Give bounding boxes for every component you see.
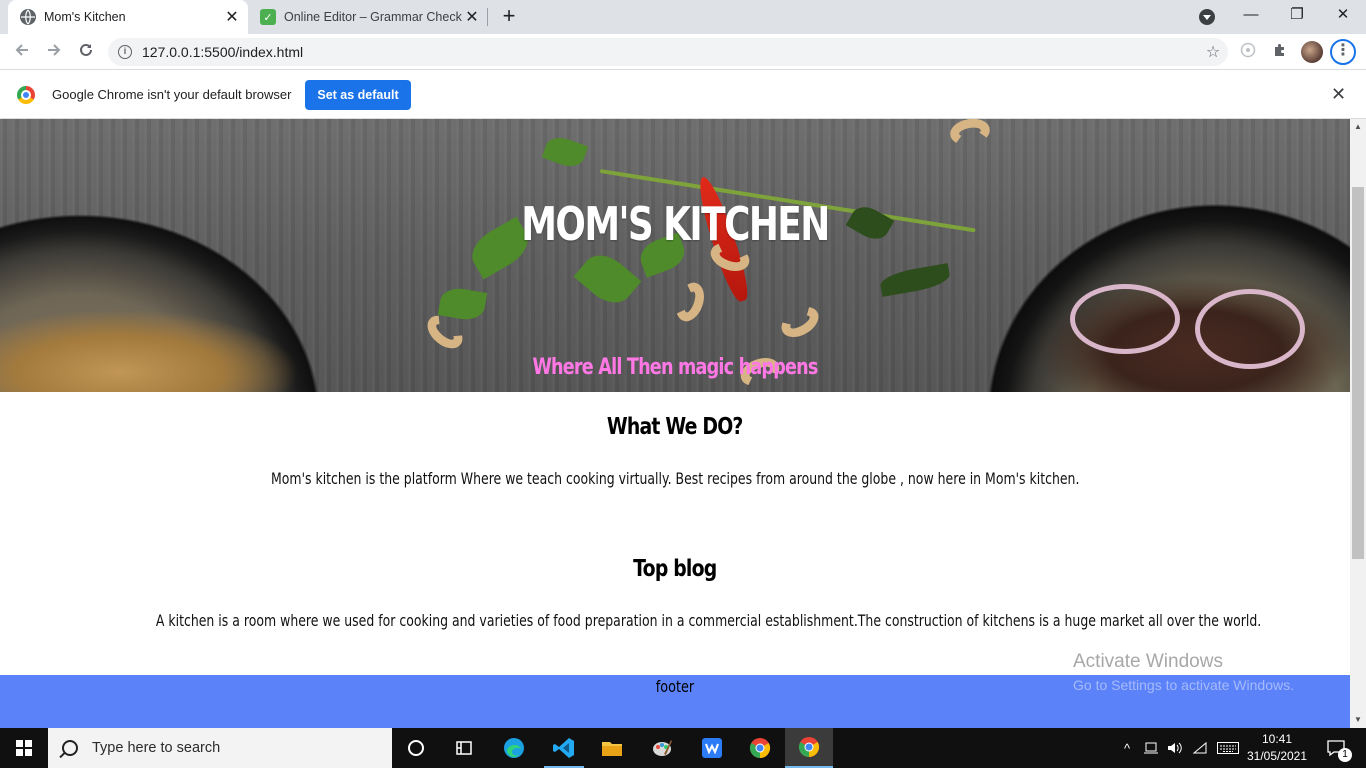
network-icon[interactable] — [1140, 728, 1162, 768]
cortana-icon[interactable] — [392, 728, 440, 768]
cashew-image — [670, 278, 710, 326]
infobar-message: Google Chrome isn't your default browser — [52, 87, 292, 102]
chrome-logo-icon — [17, 86, 35, 104]
section-paragraph: Mom's kitchen is the platform Where we t… — [270, 469, 1080, 488]
close-window-button[interactable]: ✕ — [1320, 0, 1366, 34]
new-tab-button[interactable]: + — [498, 5, 520, 27]
hero-title: MOM'S KITCHEN — [521, 197, 830, 251]
clock-time: 10:41 — [1261, 732, 1293, 746]
footer-label: footer — [655, 677, 695, 696]
url-text: 127.0.0.1:5500/index.html — [142, 44, 304, 60]
vscode-icon[interactable] — [540, 728, 588, 768]
paint-icon[interactable] — [638, 728, 686, 768]
set-as-default-button[interactable]: Set as default — [305, 80, 411, 110]
section-heading-text: What We DO? — [607, 414, 743, 440]
hero-banner: MOM'S KITCHEN Where All Then magic happe… — [0, 119, 1350, 392]
show-hidden-icons-chevron-icon[interactable]: ^ — [1118, 728, 1136, 768]
menu-icon[interactable]: ⋮ — [1330, 39, 1356, 65]
section-heading-what-we-do: What We DO? — [0, 414, 1350, 440]
scroll-up-icon[interactable]: ▲ — [1350, 119, 1366, 135]
check-icon: ✓ — [260, 9, 276, 25]
hero-subtitle: Where All Then magic happens — [532, 355, 818, 380]
section-paragraph: A kitchen is a room where we used for co… — [155, 611, 1262, 630]
section-text-top-blog: A kitchen is a room where we used for co… — [0, 611, 1350, 630]
activate-windows-hint: Go to Settings to activate Windows. — [1073, 677, 1294, 693]
chrome-icon[interactable] — [736, 728, 784, 768]
tab-separator — [487, 8, 488, 26]
activate-windows-watermark: Activate Windows — [1073, 651, 1223, 672]
bookmark-star-icon[interactable]: ☆ — [1198, 42, 1228, 62]
cashew-image — [948, 119, 992, 149]
wps-icon[interactable] — [688, 728, 736, 768]
file-explorer-icon[interactable] — [588, 728, 636, 768]
close-tab-icon[interactable]: ✕ — [462, 7, 482, 27]
tab-moms-kitchen[interactable]: Mom's Kitchen ✕ — [8, 0, 248, 34]
windows-logo-icon — [16, 740, 32, 756]
edge-icon[interactable] — [490, 728, 538, 768]
default-browser-infobar: Google Chrome isn't your default browser… — [0, 71, 1366, 119]
search-placeholder: Type here to search — [92, 740, 221, 756]
search-icon — [62, 740, 78, 756]
reload-icon[interactable] — [72, 38, 100, 66]
cashew-image — [776, 300, 824, 344]
scroll-down-icon[interactable]: ▼ — [1350, 712, 1366, 728]
minimize-button[interactable]: — — [1228, 0, 1274, 34]
puzzle-icon[interactable] — [1270, 42, 1290, 62]
herb-leaf-image — [541, 132, 589, 172]
page-scrollbar[interactable]: ▲ ▼ — [1350, 119, 1366, 728]
profile-avatar[interactable] — [1301, 41, 1323, 63]
wifi-icon[interactable] — [1188, 728, 1212, 768]
address-bar[interactable]: i 127.0.0.1:5500/index.html ☆ — [108, 38, 1228, 66]
start-button[interactable] — [0, 728, 48, 768]
herb-leaf-image — [878, 263, 952, 297]
notification-center-icon[interactable]: 1 — [1316, 728, 1356, 768]
system-clock[interactable]: 10:41 31/05/2021 — [1246, 731, 1308, 765]
tab-title: Mom's Kitchen — [44, 10, 126, 24]
taskbar-search-box[interactable]: Type here to search — [48, 728, 392, 768]
volume-icon[interactable] — [1164, 728, 1186, 768]
close-infobar-icon[interactable]: ✕ — [1331, 84, 1346, 105]
scrollbar-thumb[interactable] — [1352, 187, 1364, 559]
section-heading-text: Top blog — [633, 556, 717, 582]
restore-button[interactable]: ❐ — [1274, 0, 1320, 34]
windows-taskbar: Type here to search ^ 10:41 31/05/2021 1 — [0, 728, 1366, 768]
forward-arrow-icon[interactable] — [40, 38, 68, 66]
close-tab-icon[interactable]: ✕ — [222, 7, 242, 27]
task-view-icon[interactable] — [440, 728, 488, 768]
section-text-what-we-do: Mom's kitchen is the platform Where we t… — [0, 469, 1350, 488]
tab-title: Online Editor – Grammar Checke — [284, 10, 462, 24]
chrome-active-icon[interactable] — [785, 728, 833, 768]
site-info-icon[interactable]: i — [118, 45, 132, 59]
tab-search-icon[interactable] — [1199, 9, 1215, 25]
onion-ring-image — [1070, 284, 1180, 354]
tab-strip: Mom's Kitchen ✕ ✓ Online Editor – Gramma… — [0, 0, 1366, 34]
extension-icon[interactable] — [1238, 42, 1258, 62]
page-viewport: MOM'S KITCHEN Where All Then magic happe… — [0, 119, 1350, 728]
browser-toolbar: i 127.0.0.1:5500/index.html ☆ ⋮ — [0, 34, 1366, 70]
herb-leaf-image — [573, 246, 642, 312]
keyboard-icon[interactable] — [1214, 728, 1242, 768]
clock-date: 31/05/2021 — [1246, 749, 1308, 763]
tab-online-editor[interactable]: ✓ Online Editor – Grammar Checke ✕ — [252, 0, 488, 34]
notification-count-badge: 1 — [1338, 748, 1352, 762]
globe-icon — [20, 9, 36, 25]
section-heading-top-blog: Top blog — [0, 556, 1350, 582]
back-arrow-icon[interactable] — [8, 38, 36, 66]
